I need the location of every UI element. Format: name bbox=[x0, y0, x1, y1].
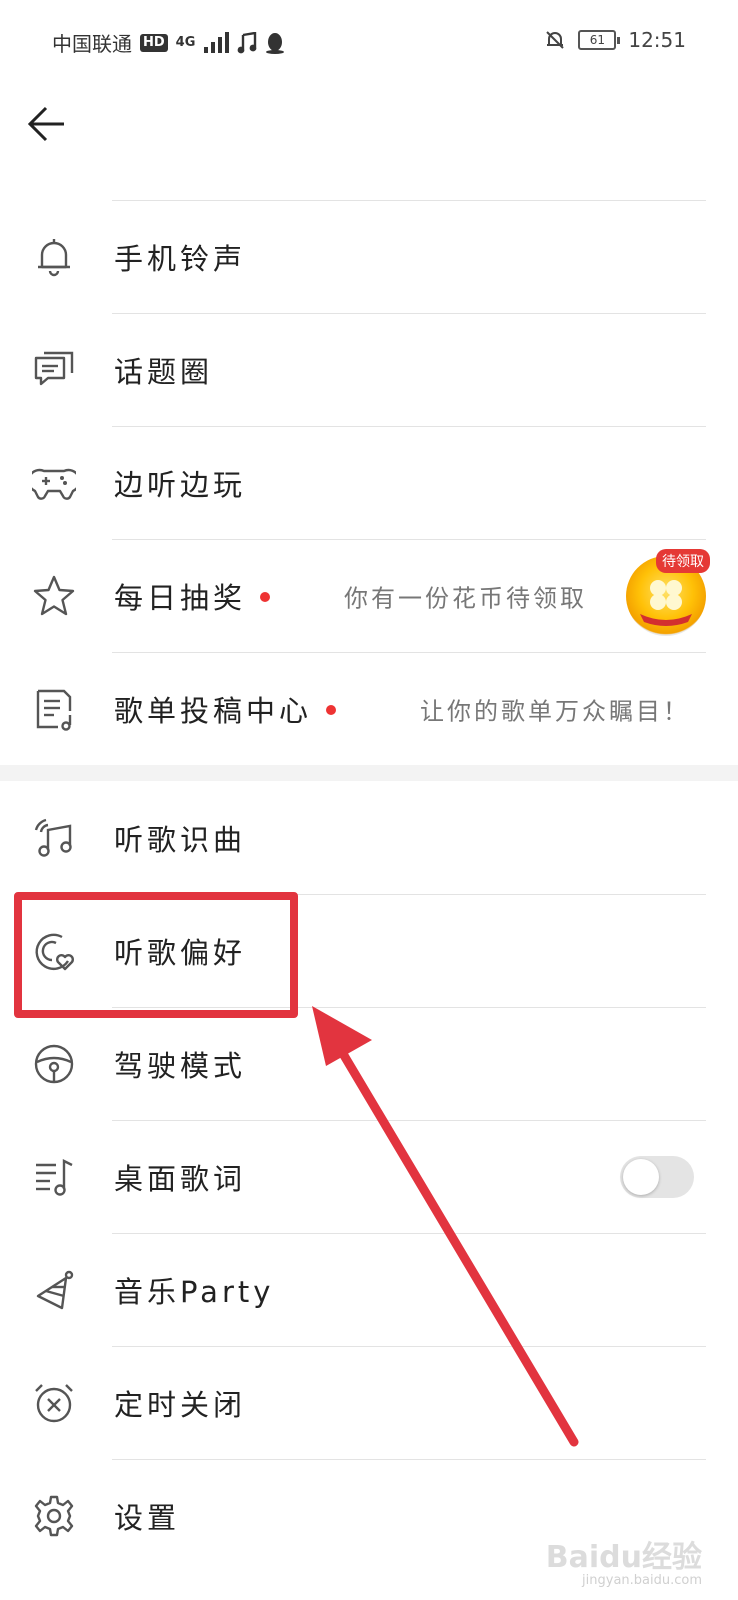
hd-badge: HD bbox=[140, 33, 168, 52]
divider bbox=[112, 1120, 706, 1121]
clock: 12:51 bbox=[628, 28, 686, 52]
pending-claim-badge: 待领取 bbox=[656, 549, 710, 573]
menu-item-label: 定时关闭 bbox=[114, 1387, 247, 1422]
menu-item-label: 驾驶模式 bbox=[114, 1048, 247, 1083]
divider bbox=[112, 652, 706, 653]
section-separator bbox=[0, 765, 738, 781]
watermark-brand: Baidu经验 bbox=[545, 1539, 702, 1575]
qq-penguin-icon bbox=[266, 32, 285, 54]
music-recognize-icon bbox=[34, 818, 72, 857]
menu-item-music-party[interactable]: 音乐Party bbox=[0, 1233, 738, 1346]
menu-item-desktop-lyrics[interactable]: 桌面歌词 bbox=[0, 1120, 738, 1233]
new-dot-badge bbox=[260, 591, 271, 602]
divider bbox=[112, 539, 706, 540]
bell-off-icon bbox=[546, 31, 565, 49]
menu-item-label-text: 歌单投稿中心 bbox=[114, 693, 313, 728]
menu-item-label: 歌单投稿中心 bbox=[114, 688, 337, 730]
menu-item-label-text: 每日抽奖 bbox=[114, 580, 247, 615]
status-bar: 中国联通 HD 4G 61 12:51 bbox=[0, 0, 738, 84]
network-type: 4G bbox=[175, 35, 196, 50]
steering-wheel-icon bbox=[34, 1044, 74, 1083]
menu-item-play-while-listening[interactable]: 边听边玩 bbox=[0, 426, 738, 539]
menu-item-playlist-submission[interactable]: 歌单投稿中心 让你的歌单万众瞩目！ bbox=[0, 652, 738, 765]
playlist-hint: 让你的歌单万众瞩目！ bbox=[420, 697, 690, 725]
baidu-watermark: Baidu经验 jingyan.baidu.com bbox=[546, 1541, 702, 1588]
watermark-url: jingyan.baidu.com bbox=[582, 1572, 702, 1588]
alarm-clock-icon bbox=[35, 1383, 73, 1422]
desktop-lyrics-toggle[interactable] bbox=[620, 1155, 694, 1198]
menu-section-1: 手机铃声 话题圈 边听边玩 每日抽奖 你有一份花币待领取 待领取 歌单投稿中心 … bbox=[0, 200, 738, 765]
playlist-submit-icon bbox=[36, 689, 72, 731]
menu-item-driving-mode[interactable]: 驾驶模式 bbox=[0, 1007, 738, 1120]
menu-item-label: 听歌识曲 bbox=[114, 822, 247, 857]
lyrics-icon bbox=[36, 1158, 73, 1196]
menu-item-label: 桌面歌词 bbox=[114, 1161, 247, 1196]
menu-item-topic-circle[interactable]: 话题圈 bbox=[0, 313, 738, 426]
annotation-highlight-box bbox=[14, 892, 298, 1018]
carrier-name: 中国联通 bbox=[52, 32, 132, 56]
toggle-knob bbox=[623, 1158, 659, 1195]
status-right: 61 12:51 bbox=[544, 28, 686, 52]
divider bbox=[112, 200, 706, 201]
music-note-icon bbox=[237, 31, 257, 53]
divider bbox=[112, 1459, 706, 1460]
divider bbox=[112, 1346, 706, 1347]
gamepad-icon bbox=[32, 468, 76, 500]
menu-item-label: 每日抽奖 bbox=[114, 575, 271, 617]
new-dot-badge bbox=[326, 704, 337, 715]
divider bbox=[112, 1233, 706, 1234]
back-arrow-icon bbox=[27, 106, 64, 142]
battery-level: 61 bbox=[589, 33, 605, 47]
bell-icon bbox=[38, 238, 70, 276]
menu-item-label: 设置 bbox=[114, 1500, 181, 1535]
menu-item-ringtone[interactable]: 手机铃声 bbox=[0, 200, 738, 313]
battery-indicator: 61 bbox=[578, 30, 621, 50]
menu-item-label: 边听边玩 bbox=[114, 467, 247, 502]
star-icon bbox=[33, 575, 75, 615]
divider bbox=[112, 313, 706, 314]
signal-icon bbox=[204, 31, 230, 53]
divider bbox=[112, 426, 706, 427]
menu-item-label: 话题圈 bbox=[114, 354, 214, 389]
party-hat-icon bbox=[36, 1270, 74, 1309]
back-button[interactable] bbox=[24, 100, 72, 148]
chat-icon bbox=[34, 351, 74, 385]
menu-item-song-recognition[interactable]: 听歌识曲 bbox=[0, 781, 738, 894]
lottery-hint: 你有一份花币待领取 bbox=[344, 584, 587, 612]
menu-item-label: 音乐Party bbox=[114, 1274, 275, 1309]
menu-item-sleep-timer[interactable]: 定时关闭 bbox=[0, 1346, 738, 1459]
gear-icon bbox=[34, 1495, 74, 1536]
menu-item-label: 手机铃声 bbox=[114, 241, 247, 276]
status-left: 中国联通 HD 4G bbox=[52, 28, 285, 57]
menu-item-daily-lottery[interactable]: 每日抽奖 你有一份花币待领取 待领取 bbox=[0, 539, 738, 652]
